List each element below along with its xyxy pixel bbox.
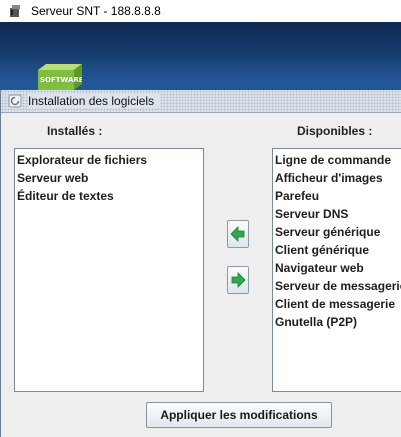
arrow-left-icon: [231, 226, 245, 242]
list-item[interactable]: Navigateur web: [273, 259, 401, 277]
dialog-title: Installation des logiciels: [28, 94, 161, 108]
list-item[interactable]: Client de messagerie: [273, 295, 401, 313]
list-item[interactable]: Gnutella (P2P): [273, 313, 401, 331]
list-item[interactable]: Ligne de commande: [273, 151, 401, 169]
arrow-right-icon: [231, 272, 245, 288]
uninstall-arrow-button[interactable]: [227, 266, 249, 294]
software-icon-label: SOFTWARE: [40, 76, 82, 84]
installed-label: Installés :: [47, 124, 103, 138]
list-item[interactable]: Éditeur de textes: [15, 187, 203, 205]
list-item[interactable]: Afficheur d'images: [273, 169, 401, 187]
installed-list[interactable]: Explorateur de fichiers Serveur web Édit…: [14, 148, 204, 392]
list-item[interactable]: Serveur DNS: [273, 205, 401, 223]
apply-changes-button[interactable]: Appliquer les modifications: [146, 402, 332, 428]
list-item[interactable]: Client générique: [273, 241, 401, 259]
application-icon: [10, 5, 20, 17]
desktop-background: SOFTWARE Installation des logiciels Inst…: [0, 22, 401, 437]
install-arrow-button[interactable]: [227, 220, 249, 248]
list-item[interactable]: Serveur de messagerie: [273, 277, 401, 295]
window-titlebar: Serveur SNT - 188.8.8.8: [0, 0, 401, 22]
install-software-dialog: Installation des logiciels Installés : D…: [0, 90, 401, 437]
list-item[interactable]: Serveur web: [15, 169, 203, 187]
window-title: Serveur SNT - 188.8.8.8: [31, 4, 161, 18]
frame-icon[interactable]: [8, 94, 22, 108]
list-item[interactable]: Parefeu: [273, 187, 401, 205]
list-item[interactable]: Explorateur de fichiers: [15, 151, 203, 169]
available-list[interactable]: Ligne de commande Afficheur d'images Par…: [272, 148, 401, 392]
dialog-titlebar[interactable]: Installation des logiciels: [1, 90, 401, 113]
available-label: Disponibles :: [297, 124, 373, 138]
software-icon[interactable]: SOFTWARE: [30, 60, 82, 90]
list-item[interactable]: Serveur générique: [273, 223, 401, 241]
